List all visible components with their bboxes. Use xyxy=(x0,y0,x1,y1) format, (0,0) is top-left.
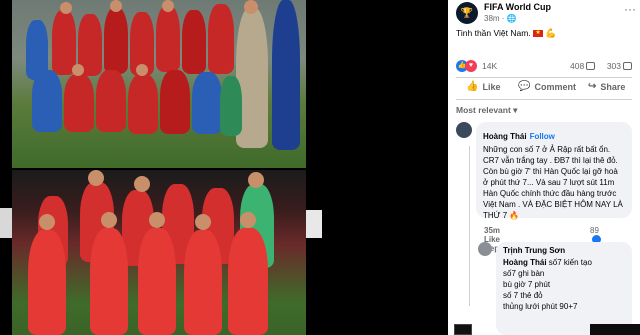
team-lineup-photo[interactable] xyxy=(12,170,306,335)
comments-sort-dropdown[interactable]: Most relevant ▾ xyxy=(456,105,517,116)
player-figure xyxy=(160,70,190,134)
player-figure xyxy=(192,72,222,134)
comment-bubble: Hoàng Thái Follow Những con số 7 ở Ả Rập … xyxy=(476,122,632,220)
ad-board xyxy=(306,210,322,238)
composer-avatar[interactable] xyxy=(454,324,472,335)
comment-line: số7 ghi bàn xyxy=(503,269,545,278)
player-head xyxy=(240,212,256,228)
mention-link[interactable]: Hoàng Thái xyxy=(503,258,547,267)
globe-icon: 🌐 xyxy=(506,14,517,23)
follow-button[interactable]: Follow xyxy=(530,132,555,141)
avatar[interactable] xyxy=(456,122,472,138)
fifa-trophy-icon[interactable]: 🏆 xyxy=(456,2,478,24)
comment-text: Những con số 7 ở Ả Rập rất bất ổn. CR7 v… xyxy=(483,145,623,220)
like-label: Like xyxy=(482,81,501,92)
player-figure xyxy=(104,8,128,74)
flexed-arm-icon: 💪 xyxy=(545,28,557,38)
player-figure xyxy=(182,10,206,74)
player-figure xyxy=(64,74,94,132)
comment-line: số 7 thẻ đỏ xyxy=(503,291,543,300)
player-head xyxy=(248,172,264,188)
share-button[interactable]: ↪ Share xyxy=(588,81,625,92)
love-reaction-icon: ♥ xyxy=(465,60,477,72)
caption-text: Tinh thần Việt Nam. xyxy=(456,28,531,38)
player-figure xyxy=(220,76,242,136)
share-count-icon xyxy=(623,62,632,70)
bottom-bar xyxy=(590,324,640,335)
reactions-bar[interactable]: 👍 ♥ 14K 408 303 xyxy=(456,60,632,74)
comment-line: bù giờ 7 phút xyxy=(503,280,551,289)
player-head xyxy=(195,214,211,230)
player-head xyxy=(60,2,72,14)
share-arrow-icon: ↪ xyxy=(588,81,597,92)
avatar[interactable] xyxy=(478,242,492,256)
player-figure xyxy=(138,228,176,335)
sort-label: Most relevant xyxy=(456,105,511,115)
player-figure xyxy=(96,70,126,132)
like-button[interactable]: 👍 Like xyxy=(466,81,500,92)
player-head xyxy=(88,170,104,186)
team-celebration-photo[interactable] xyxy=(12,0,306,168)
page-name[interactable]: FIFA World Cup xyxy=(484,2,551,12)
post-caption: Tinh thần Việt Nam. ★ 💪 xyxy=(456,28,557,39)
reactions-count[interactable]: 14K xyxy=(482,61,497,71)
player-head xyxy=(39,214,55,230)
player-figure xyxy=(90,228,128,335)
player-head xyxy=(136,64,148,76)
comment-count-icon xyxy=(586,62,596,70)
ad-board xyxy=(0,208,12,238)
comments-count[interactable]: 408 xyxy=(570,61,596,71)
player-figure xyxy=(156,6,180,72)
player-figure xyxy=(184,230,222,335)
comment-bubble: Trịnh Trung Sơn Hoàng Thái số7 kiến tạo … xyxy=(496,242,632,335)
player-figure xyxy=(272,0,300,150)
player-head xyxy=(110,0,122,12)
comment-time[interactable]: 35m xyxy=(484,226,500,235)
player-head xyxy=(134,176,150,192)
shares-count[interactable]: 303 xyxy=(607,61,632,71)
reply-thread-line xyxy=(469,146,470,306)
player-figure xyxy=(128,74,158,134)
thumbs-up-icon: 👍 xyxy=(466,81,479,92)
player-figure xyxy=(28,230,66,335)
player-figure xyxy=(208,4,234,74)
comment-line: thủng lưới phút 90+7 xyxy=(503,302,578,311)
comment-label: Comment xyxy=(534,81,576,92)
player-figure xyxy=(32,70,62,132)
divider xyxy=(456,99,632,100)
player-head xyxy=(101,212,117,228)
comment-button[interactable]: 💬 Comment xyxy=(518,81,576,92)
comment-author[interactable]: Trịnh Trung Sơn xyxy=(503,246,625,255)
chevron-down-icon: ▾ xyxy=(513,105,518,115)
post-photo-area[interactable]: CO xyxy=(0,0,448,335)
comment-author[interactable]: Hoàng Thái xyxy=(483,132,527,141)
comment-text: Hoàng Thái số7 kiến tạo xyxy=(503,258,592,267)
post-panel: 🏆 FIFA World Cup 38m · 🌐 ··· Tinh thần V… xyxy=(448,0,640,335)
share-label: Share xyxy=(600,81,626,92)
post-actions: 👍 Like 💬 Comment ↪ Share xyxy=(456,78,632,98)
post-header: 🏆 FIFA World Cup 38m · 🌐 ··· xyxy=(456,0,636,28)
fire-icon: 🔥 xyxy=(509,211,520,220)
player-head xyxy=(162,0,174,12)
ellipsis-icon[interactable]: ··· xyxy=(624,2,636,16)
player-head xyxy=(244,0,258,14)
player-figure xyxy=(228,228,268,335)
player-head xyxy=(72,64,84,76)
vietnam-flag-icon: ★ xyxy=(533,30,544,38)
speech-bubble-icon: 💬 xyxy=(518,81,531,92)
post-time[interactable]: 38m · 🌐 xyxy=(484,14,517,23)
player-head xyxy=(149,212,165,228)
comment-react-count: 89 xyxy=(590,226,599,235)
